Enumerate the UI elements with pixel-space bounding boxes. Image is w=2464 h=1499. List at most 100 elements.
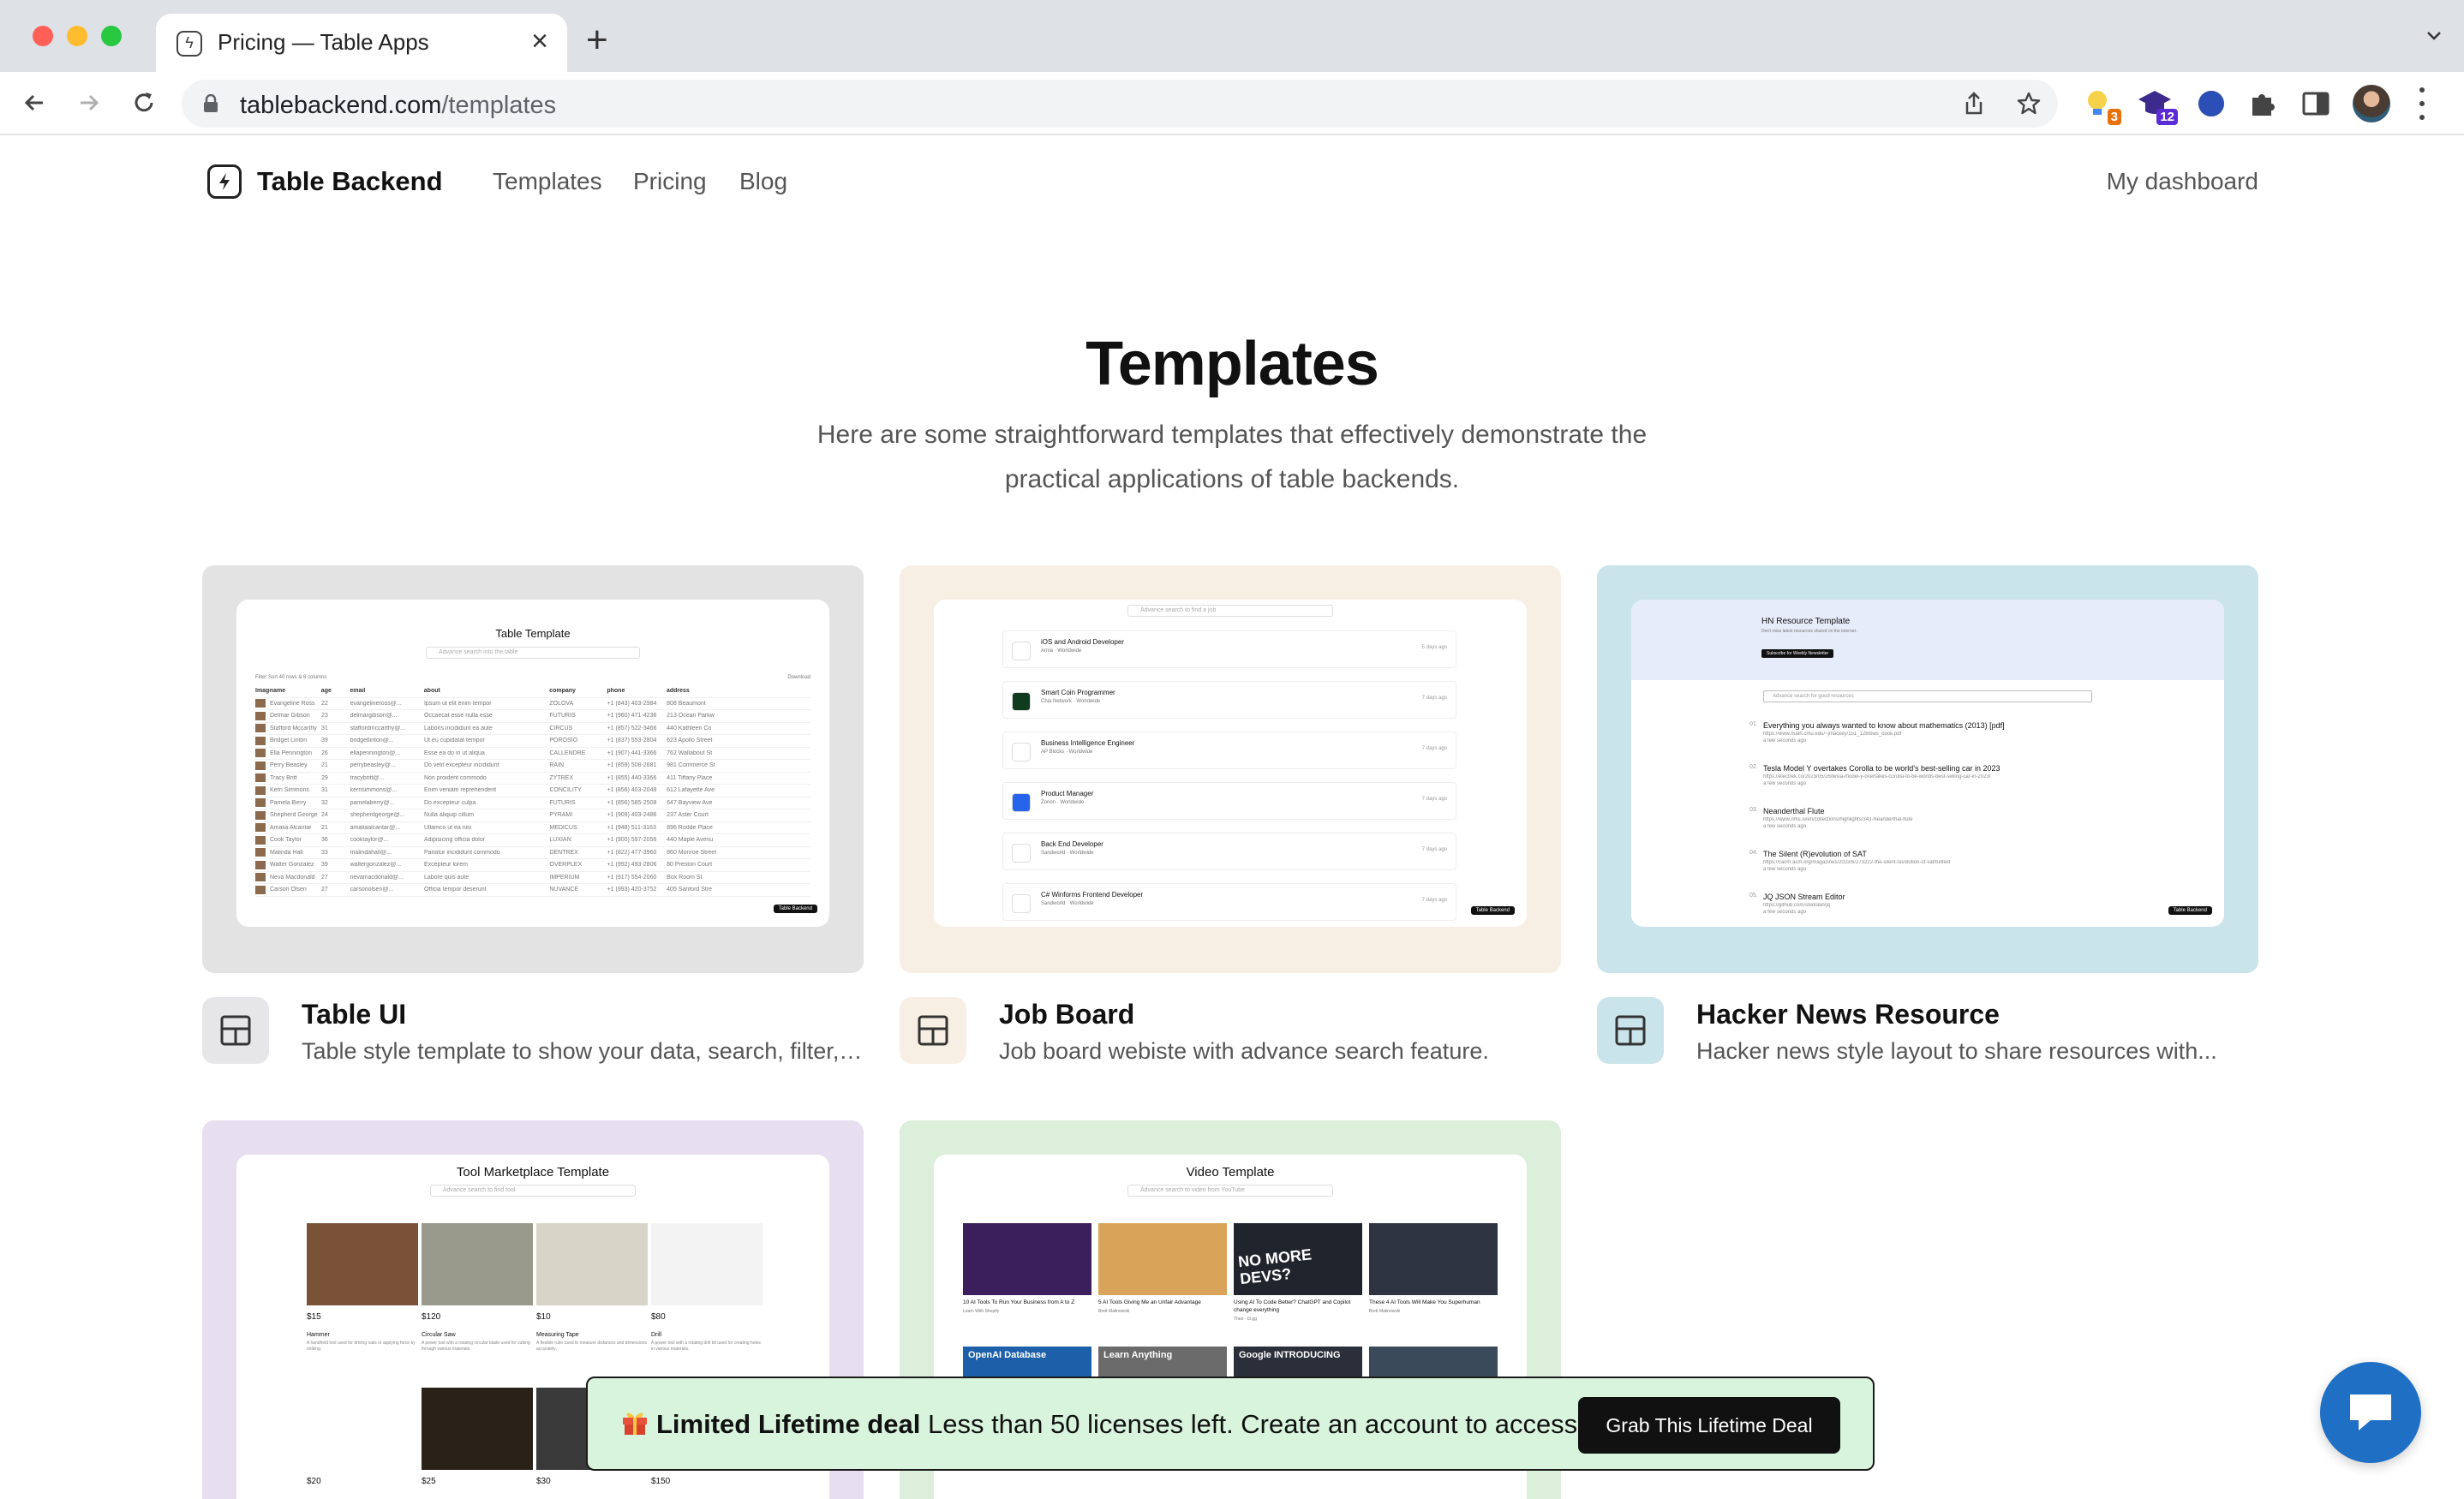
- share-icon[interactable]: [1960, 90, 1988, 117]
- brand-logo-link[interactable]: Table Backend: [207, 164, 443, 199]
- preview-hn-rank: 03.: [1749, 807, 1758, 813]
- window-minimize-button[interactable]: [67, 26, 87, 46]
- reload-icon[interactable]: [125, 84, 163, 122]
- lifetime-deal-banner: Limited Lifetime deal Less than 50 licen…: [586, 1377, 1875, 1471]
- preview-cell: 612 Lafayette Ave: [667, 787, 715, 794]
- preview-table-row: Tracy Britt 29 tracybritt@... Non proident …: [255, 773, 810, 785]
- preview-cell: Officia tempor deserunt: [423, 887, 487, 893]
- preview-cell: Evangeline Ross: [270, 700, 315, 707]
- preview-hn-item: 05. JQ JSON Stream Editor https://github.c…: [1749, 893, 2123, 915]
- preview-cell: CONCILITY: [549, 787, 582, 794]
- preview-hn-url: https://cacm.acm.org/magazines/2023/6/27…: [1763, 860, 1951, 865]
- window-maximize-button[interactable]: [101, 26, 122, 46]
- preview-tool-image: [307, 1388, 418, 1470]
- preview-tool-price: $30: [536, 1477, 551, 1486]
- preview-cell: Ullamco ut ea nisi: [423, 824, 472, 831]
- preview-cell: ZOLOVA: [549, 700, 574, 707]
- preview-cell: 26: [321, 750, 328, 756]
- layout-template-icon: [1597, 997, 1664, 1064]
- nav-pricing-link[interactable]: Pricing: [633, 168, 707, 195]
- preview-search: Advance search to find tool: [430, 1185, 636, 1197]
- preview-cell: Amalia Alcantar: [270, 824, 312, 831]
- preview-cell: Pariatur incididunt commodo: [423, 849, 500, 856]
- preview-row-thumbnail: [255, 711, 266, 720]
- preview-video-thumbnail: [963, 1223, 1091, 1295]
- preview-cell: kerrisimmons@...: [350, 787, 398, 794]
- preview-cell: 29: [321, 774, 328, 781]
- preview-row-thumbnail: [255, 848, 266, 857]
- back-arrow-icon[interactable]: [15, 84, 53, 122]
- preview-video-channel: Theo - t3.gg: [1234, 1317, 1257, 1322]
- preview-job-company: Chia Network · Worldwide: [1041, 699, 1101, 704]
- bookmark-star-icon[interactable]: [2015, 90, 2042, 117]
- template-thumbnail[interactable]: Advance search to find a job iOS and And…: [900, 565, 1561, 973]
- preview-video-card: 10 AI Tools To Run Your Business from A …: [963, 1223, 1091, 1314]
- template-title[interactable]: Job Board: [999, 999, 1134, 1030]
- new-tab-icon[interactable]: +: [586, 19, 608, 62]
- preview-company-logo: [1012, 793, 1031, 812]
- preview-cell: Kerri Simmons: [270, 787, 309, 794]
- nav-templates-link[interactable]: Templates: [493, 168, 602, 195]
- my-dashboard-link[interactable]: My dashboard: [2107, 168, 2258, 195]
- preview-hn-rank: 04.: [1749, 850, 1758, 856]
- window-close-button[interactable]: [33, 26, 53, 46]
- graduation-cap-extension-icon[interactable]: 12: [2137, 86, 2178, 125]
- forward-arrow-icon[interactable]: [70, 84, 108, 122]
- template-title[interactable]: Table UI: [302, 999, 406, 1030]
- browser-menu-icon[interactable]: [2418, 87, 2426, 120]
- preview-job-time: 7 days ago: [1421, 696, 1447, 701]
- preview-job-role: C# Winforms Frontend Developer: [1041, 891, 1144, 899]
- grab-lifetime-deal-button[interactable]: Grab This Lifetime Deal: [1578, 1397, 1840, 1454]
- preview-cell: Tracy Britt: [270, 774, 297, 781]
- preview-video-title: 10 AI Tools To Run Your Business from A …: [963, 1299, 1075, 1305]
- url-text[interactable]: tablebackend.com/templates: [240, 92, 556, 120]
- preview-cell: 237 Aster Court: [667, 812, 709, 819]
- preview-hn-item: 01. Everything you always wanted to know …: [1749, 721, 2123, 744]
- preview-search: Advance search to video from YouTube: [1127, 1185, 1333, 1197]
- preview-cell: 213 Ocean Parkw: [667, 713, 715, 720]
- template-thumbnail[interactable]: HN Resource Template Don't miss latest r…: [1597, 565, 2258, 973]
- browser-tab-active[interactable]: ϟ Pricing — Table Apps ×: [156, 14, 567, 72]
- profile-avatar[interactable]: [2353, 85, 2390, 122]
- browser-tab-bar: ϟ Pricing — Table Apps × +: [0, 0, 2464, 72]
- promo-headline: Limited Lifetime deal: [656, 1409, 921, 1439]
- nav-blog-link[interactable]: Blog: [739, 168, 787, 195]
- preview-cell: OVERPLEX: [549, 862, 583, 869]
- preview-row-thumbnail: [255, 798, 266, 808]
- address-bar[interactable]: tablebackend.com/templates: [182, 80, 2058, 128]
- preview-row-thumbnail: [255, 810, 266, 820]
- color-swirl-extension-icon[interactable]: [2193, 86, 2229, 122]
- preview-cell: CALLENDRE: [549, 750, 586, 756]
- preview-video-channel: Brett Malinowski: [1369, 1309, 1401, 1314]
- preview-cell: Walter Gonzalez: [270, 862, 314, 869]
- preview-row-thumbnail: [255, 749, 266, 758]
- preview-job-company: Zorion · Worldwide: [1041, 800, 1085, 805]
- preview-cell: Labore quis aute: [423, 874, 469, 881]
- preview-cell: ZYTREX: [549, 774, 573, 781]
- preview-cell: Perry Beasley: [270, 762, 308, 769]
- preview-tool-price: $25: [422, 1477, 436, 1486]
- chat-support-button[interactable]: [2320, 1362, 2421, 1463]
- browser-toolbar: tablebackend.com/templates 3 12: [0, 72, 2464, 135]
- preview-cell: RAIN: [549, 762, 565, 769]
- preview-cell: +1 (822) 477-3960: [607, 849, 657, 856]
- page-title: Templates: [1085, 330, 1379, 398]
- preview-row-thumbnail: [255, 835, 266, 845]
- lock-icon[interactable]: [202, 94, 219, 113]
- puzzle-extensions-icon[interactable]: [2245, 86, 2281, 122]
- template-thumbnail[interactable]: Table Template Advance search into the t…: [202, 565, 864, 973]
- preview-cell: amaliaalcantar@...: [350, 824, 401, 831]
- preview-tool-price: $20: [307, 1477, 321, 1486]
- preview-company-logo: [1012, 692, 1031, 711]
- preview-cell: Shepherd George: [270, 812, 318, 819]
- preview-job-company: Sandworld · Worldwide: [1041, 851, 1094, 856]
- tab-search-chevron-icon[interactable]: [2425, 26, 2443, 45]
- preview-column-header: phone: [607, 688, 625, 695]
- preview-tool-image: [422, 1223, 533, 1305]
- template-title[interactable]: Hacker News Resource: [1696, 999, 2000, 1030]
- side-panel-icon[interactable]: [2298, 86, 2334, 122]
- lightbulb-extension-icon[interactable]: 3: [2080, 86, 2121, 125]
- tab-close-icon[interactable]: ×: [531, 24, 548, 58]
- preview-cell: 33: [321, 849, 328, 856]
- preview-hn-title: Everything you always wanted to know abo…: [1763, 721, 2005, 730]
